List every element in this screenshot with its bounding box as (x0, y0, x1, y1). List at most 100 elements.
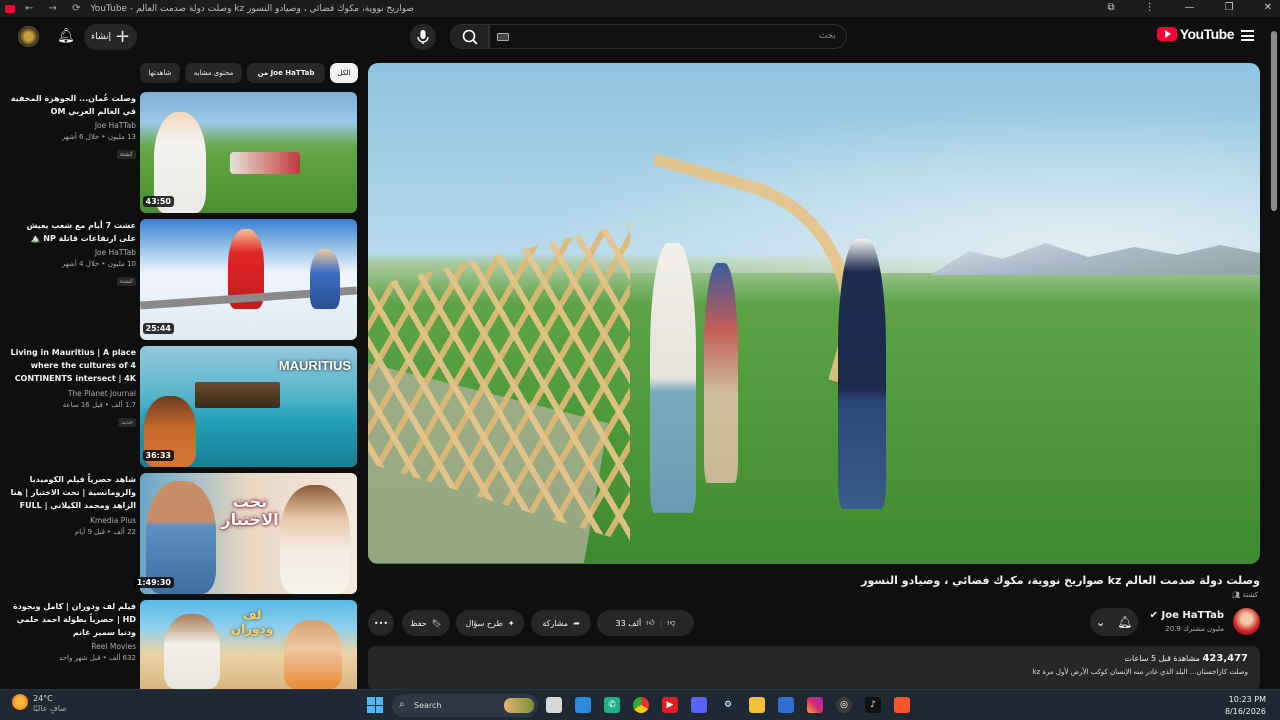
recommendation-filter-chips: الكل من Joe HaTTab محتوى مشابه شاهدتها (140, 63, 358, 83)
thumbnail-actress (280, 485, 350, 594)
thumbnail-floating-house (195, 382, 280, 408)
chip-watched[interactable]: شاهدتها (140, 63, 180, 83)
recommendation-channel[interactable]: The Planet Journal (8, 389, 136, 398)
chrome-icon[interactable] (633, 697, 649, 713)
ask-button[interactable]: طرح سؤال ✦ (456, 610, 524, 636)
create-button[interactable]: إنشاء + (84, 24, 137, 50)
description-box[interactable]: 423,477 مشاهدة قبل 5 ساعات وصلت كازاخستا… (368, 646, 1260, 691)
view-count: 423,477 (1202, 653, 1248, 664)
ask-label: طرح سؤال (465, 618, 503, 628)
video-thumbnail[interactable]: لف ودوران (140, 600, 357, 689)
subscribed-bell-button[interactable]: ⌄ 🔔︎ (1090, 608, 1138, 636)
recommendation-channel[interactable]: Joe HaTTab (8, 121, 136, 130)
chevron-down-icon: ⌄ (1095, 615, 1106, 629)
thumbnail-overlay-text: لف ودوران (230, 608, 274, 636)
account-avatar[interactable] (18, 26, 39, 47)
video-title: وصلت دولة صدمت العالم kz صواريخ نووية، م… (861, 574, 1260, 587)
recommendation-item[interactable]: لف ودوران فيلم لف ودوران | كامل وبجودة H… (8, 600, 358, 689)
video-tag[interactable]: 👥︎ كشتة (1231, 591, 1258, 599)
chip-from-channel[interactable]: من Joe HaTTab (247, 63, 325, 83)
taskbar-search[interactable]: ⌕ Search (392, 694, 538, 717)
save-button[interactable]: حفظ 🔖︎ (402, 610, 450, 636)
recommendation-item[interactable]: تحت الاختبار 1:49:30 شاهد حصرياً فيلم ال… (8, 473, 358, 594)
scrollbar-thumb[interactable] (1271, 31, 1277, 211)
clock-time: 10:23 PM (1228, 695, 1266, 704)
tiktok-icon[interactable]: ♪ (865, 697, 881, 713)
task-view-icon[interactable] (546, 697, 562, 713)
create-label: إنشاء (90, 32, 111, 42)
browser-menu-icon[interactable]: ⋮ (1145, 2, 1155, 13)
widgets-icon[interactable] (575, 697, 591, 713)
whatsapp-icon[interactable]: ✆ (604, 697, 620, 713)
recommendation-channel[interactable]: Reel Movies (8, 642, 136, 651)
browser-nav-buttons[interactable]: ← → ⟳ (25, 3, 87, 14)
recommendation-title[interactable]: شاهد حصرياً فيلم الكوميديا والرومانسية |… (8, 473, 136, 513)
recommendation-title[interactable]: عشت 7 أيام مع شعب يعيش على ارتفاعات قاتل… (8, 219, 136, 245)
thumbnail-climber (310, 249, 340, 309)
youtube-play-icon (1156, 27, 1177, 41)
recommendation-title[interactable]: فيلم لف ودوران | كامل وبجودة HD | حصرياً… (8, 600, 136, 639)
voice-search-button[interactable] (410, 24, 436, 50)
system-clock[interactable]: 10:23 PM 8/16/2026 (1225, 694, 1266, 718)
instagram-icon[interactable] (807, 697, 823, 713)
more-actions-button[interactable]: ••• (368, 610, 394, 636)
notifications-bell-icon[interactable]: 🔔︎ (57, 28, 75, 44)
video-frame-person (650, 243, 696, 513)
recommendation-meta: 22 ألف ‣ قبل 9 أيام (74, 528, 136, 536)
recommendation-channel[interactable]: Kmedia Plus (8, 516, 136, 525)
steam-icon[interactable]: ⚙ (720, 697, 736, 713)
window-controls: ⧉ ⋮ — ❐ ✕ (1108, 2, 1273, 13)
recommendation-channel[interactable]: Joe HaTTab (8, 248, 136, 257)
channel-avatar[interactable] (1233, 608, 1260, 635)
like-count[interactable]: 33 ألف (616, 619, 642, 628)
chip-related[interactable]: محتوى مشابه (185, 63, 242, 83)
search-button[interactable] (450, 24, 489, 49)
page-scrollbar[interactable] (1270, 17, 1278, 689)
weather-widget[interactable]: 24°C صافٍ غالبًا (12, 694, 67, 714)
people-icon: 👥︎ (1231, 591, 1241, 599)
recommendation-title[interactable]: Living in Mauritius | A place where the … (8, 346, 137, 386)
minimize-icon[interactable]: — (1185, 2, 1195, 13)
recommendation-title[interactable]: وصلت عُمان... الجوهرة المخفية في العالم … (8, 92, 136, 118)
save-label: حفظ (410, 618, 427, 628)
editor-app-icon[interactable] (778, 697, 794, 713)
channel-name[interactable]: ✔︎ Joe HaTTab (1150, 610, 1224, 621)
share-button[interactable]: مشاركة ➦ (531, 610, 591, 636)
extensions-icon[interactable]: ⧉ (1108, 2, 1115, 13)
brave-icon[interactable] (894, 697, 910, 713)
file-explorer-icon[interactable] (749, 697, 765, 713)
menu-icon[interactable] (1241, 30, 1254, 41)
recommendation-meta: 10 مليون ‣ خلال 4 أشهر (61, 260, 136, 268)
video-player[interactable] (368, 63, 1260, 564)
youtube-header: 🔔︎ إنشاء + بحث YouTube (0, 17, 1280, 57)
search-input[interactable]: بحث (489, 24, 847, 49)
video-thumbnail[interactable] (140, 92, 357, 213)
video-frame-person (838, 239, 886, 509)
dislike-icon[interactable]: 👎︎ (667, 618, 675, 628)
like-icon[interactable]: 👍︎ (646, 618, 654, 628)
chip-all[interactable]: الكل (330, 63, 358, 83)
recommendation-info: عشت 7 أيام مع شعب يعيش على ارتفاعات قاتل… (8, 219, 136, 287)
search-placeholder: بحث (818, 31, 836, 41)
recommendation-item[interactable]: MAURITIUS 36:33 Living in Mauritius | A … (8, 346, 358, 467)
maximize-icon[interactable]: ❐ (1225, 2, 1234, 13)
video-thumbnail[interactable] (140, 219, 357, 340)
video-thumbnail[interactable]: MAURITIUS (140, 346, 357, 467)
recommendation-info: شاهد حصرياً فيلم الكوميديا والرومانسية |… (8, 473, 136, 536)
thumbnail-actor (164, 614, 220, 689)
youtube-app-icon[interactable]: ▶ (662, 697, 678, 713)
browser-tab-title: YouTube - وصلت دولة صدمت العالم kz صواري… (90, 3, 414, 14)
video-thumbnail[interactable]: تحت الاختبار (140, 473, 357, 594)
recommendation-meta: 632 ألف ‣ قبل شهر واحد (59, 654, 136, 662)
windows-start-icon[interactable] (367, 697, 383, 713)
keyboard-icon[interactable] (497, 33, 509, 41)
discord-icon[interactable] (691, 697, 707, 713)
close-icon[interactable]: ✕ (1264, 2, 1272, 13)
video-tag-label: كشتة (1242, 591, 1258, 599)
channel-name-text: Joe HaTTab (1161, 610, 1224, 621)
recommendation-item[interactable]: 25:44 عشت 7 أيام مع شعب يعيش على ارتفاعا… (8, 219, 358, 340)
settings-app-icon[interactable]: ◎ (836, 697, 852, 713)
youtube-logo[interactable]: YouTube (1156, 26, 1235, 42)
recommendation-item[interactable]: 43:50 وصلت عُمان... الجوهرة المخفية في ا… (8, 92, 358, 213)
view-stats: 423,477 مشاهدة قبل 5 ساعات (1125, 653, 1248, 664)
